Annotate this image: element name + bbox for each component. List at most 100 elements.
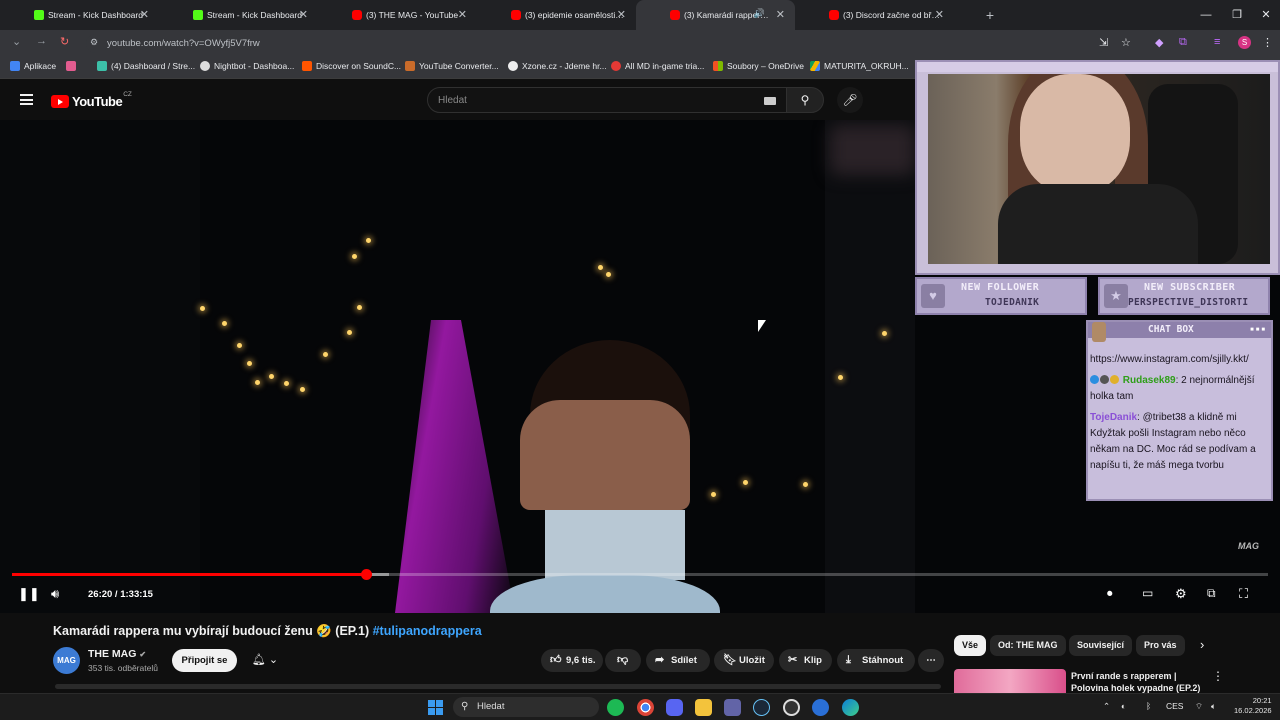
tab-the-mag[interactable]: (3) THE MAG - YouTube ✕	[318, 0, 477, 30]
recommended-video-thumbnail[interactable]	[954, 669, 1066, 693]
tab-close-icon[interactable]: ✕	[140, 8, 149, 21]
system-clock[interactable]: 20:21 16.02.2026	[1234, 696, 1272, 716]
person-back	[520, 400, 690, 510]
chip-for-you[interactable]: Pro vás	[1136, 635, 1185, 656]
file-explorer-icon[interactable]	[695, 699, 712, 716]
progress-bar[interactable]	[12, 569, 1268, 580]
new-tab-button[interactable]: +	[975, 0, 1005, 30]
bookmark-nightbot[interactable]: Nightbot - Dashboa...	[200, 61, 294, 71]
save-button[interactable]: 🔖︎ Uložit	[714, 649, 774, 672]
bookmark-grid[interactable]	[66, 61, 80, 71]
bookmark-star-icon[interactable]: ☆	[1121, 36, 1131, 49]
clip-button[interactable]: ✂ Klip	[779, 649, 832, 672]
menu-kebab-icon[interactable]: ⋮	[1262, 36, 1273, 49]
bookmark-maturita[interactable]: MATURITA_OKRUH...	[810, 61, 909, 71]
bookmark-dashboard[interactable]: (4) Dashboard / Stre...	[97, 61, 195, 71]
puzzle-extensions-icon[interactable]: ⧉	[1179, 36, 1187, 49]
notifications-button[interactable]: 🔔︎ ⌄	[243, 649, 287, 672]
tab-kick-dashboard-1[interactable]: Stream - Kick Dashboard ✕	[0, 0, 159, 30]
string-light	[347, 330, 352, 335]
bookmark-onedrive[interactable]: Soubory – OneDrive	[713, 61, 804, 71]
chrome-icon[interactable]	[637, 699, 654, 716]
string-light	[237, 343, 242, 348]
miniplayer-icon[interactable]: ⧉	[1207, 586, 1216, 601]
join-button[interactable]: Připojit se	[172, 649, 237, 672]
bookmark-all-md[interactable]: All MD in-game tria...	[611, 61, 704, 71]
badge-icon	[1100, 375, 1109, 384]
media-control-icon[interactable]: ≡	[1214, 36, 1220, 48]
channel-name[interactable]: THE MAG ✔	[88, 648, 146, 660]
discord-icon[interactable]	[666, 699, 683, 716]
chip-from-channel[interactable]: Od: THE MAG	[990, 635, 1066, 656]
spotify-icon[interactable]	[607, 699, 624, 716]
install-app-icon[interactable]: ⇲	[1099, 36, 1108, 49]
autoplay-toggle-icon[interactable]: ⏺	[1107, 588, 1113, 601]
voice-search-button[interactable]: 🎤︎	[837, 87, 863, 113]
channel-avatar[interactable]: MAG	[53, 647, 80, 674]
keyboard-icon[interactable]	[764, 97, 776, 105]
settings-gear-icon[interactable]: ⚙	[1175, 586, 1187, 602]
download-button[interactable]: ⤓ Stáhnout	[837, 649, 915, 672]
obs-icon[interactable]	[783, 699, 800, 716]
purple-curtain	[395, 320, 515, 613]
restore-icon[interactable]: ❐	[1221, 0, 1253, 30]
edge-icon[interactable]	[842, 699, 859, 716]
taskbar-search[interactable]: ⚲ Hledat	[453, 697, 599, 717]
video-hashtag[interactable]: #tulipanodrappera	[373, 624, 482, 638]
language-indicator[interactable]: CES	[1166, 701, 1183, 711]
window-close-icon[interactable]: ✕	[1250, 0, 1280, 30]
tab-kick-dashboard-2[interactable]: Stream - Kick Dashboard ✕	[159, 0, 318, 30]
teams-icon[interactable]	[724, 699, 741, 716]
network-app-icon[interactable]: ◐	[1121, 701, 1126, 711]
tab-close-icon[interactable]: ✕	[935, 8, 944, 21]
forward-icon[interactable]: →	[36, 35, 47, 47]
tab-epidemie[interactable]: (3) epidemie osamělosti: proč s ✕	[477, 0, 636, 30]
site-info-icon[interactable]: ⚙	[90, 37, 98, 48]
tab-discord[interactable]: (3) Discord začne od března ov ✕	[795, 0, 954, 30]
hamburger-menu-icon[interactable]	[20, 94, 33, 105]
windows-start-icon[interactable]	[428, 700, 443, 715]
badge-icon	[1110, 375, 1119, 384]
bluetooth-icon[interactable]: ᛒ	[1146, 701, 1151, 711]
speaker-icon[interactable]: 🔊	[754, 8, 765, 19]
tab-close-icon[interactable]: ✕	[458, 8, 467, 21]
dislike-button[interactable]: 👎︎	[605, 649, 641, 672]
search-button[interactable]: ⚲	[786, 87, 824, 113]
like-button[interactable]: 👍︎ 9,6 tis.	[541, 649, 603, 672]
url-field[interactable]: ⚙ youtube.com/watch?v=OWyfj5V7frw	[86, 34, 1106, 53]
pause-icon[interactable]: ❚❚	[18, 586, 40, 602]
bookmark-soundcloud[interactable]: Discover on SoundC...	[302, 61, 401, 71]
more-actions-button[interactable]: ⋯	[918, 649, 944, 672]
video-frame-right	[825, 120, 915, 613]
volume-icon[interactable]: 🔊︎	[51, 586, 59, 602]
bookmark-youtube-converter[interactable]: YouTube Converter...	[405, 61, 499, 71]
reload-icon[interactable]: ↻	[60, 35, 69, 48]
tab-close-icon[interactable]: ✕	[617, 8, 626, 21]
fullscreen-icon[interactable]: ⛶	[1239, 586, 1248, 602]
tab-kamaradi-rappera[interactable]: (3) Kamarádi rappera mu vy 🔊 ✕	[636, 0, 795, 30]
chip-all[interactable]: Vše	[954, 635, 987, 656]
extension-icon[interactable]: ◆	[1155, 36, 1163, 49]
minimize-icon[interactable]: —	[1190, 0, 1222, 30]
search-input[interactable]: Hledat	[427, 87, 787, 113]
chevron-right-icon[interactable]: ›	[1200, 637, 1204, 652]
profile-avatar[interactable]: S	[1238, 36, 1251, 49]
steam-icon[interactable]	[753, 699, 770, 716]
horizontal-scrollbar[interactable]	[55, 684, 941, 689]
youtube-logo[interactable]: YouTube CZ	[51, 91, 132, 109]
ccleaner-icon[interactable]	[812, 699, 829, 716]
subtitles-icon[interactable]: ▭	[1142, 586, 1153, 600]
more-vertical-icon[interactable]: ⋮	[1212, 669, 1224, 683]
chip-related[interactable]: Související	[1069, 635, 1133, 656]
recommended-video-title[interactable]: První rande s rapperem | Polovina holek …	[1071, 670, 1211, 694]
string-light	[882, 331, 887, 336]
bookmark-xzone[interactable]: Xzone.cz - Jdeme hr...	[508, 61, 607, 71]
chevron-up-icon[interactable]: ⌃	[1103, 701, 1110, 712]
tab-close-icon[interactable]: ✕	[776, 8, 785, 21]
video-details: Kamarádi rappera mu vybírají budoucí žen…	[0, 613, 1280, 693]
share-button[interactable]: ➦ Sdílet	[646, 649, 710, 672]
tab-close-icon[interactable]: ✕	[299, 8, 308, 21]
speaker-icon[interactable]: 🔈︎	[1211, 701, 1216, 712]
wifi-icon[interactable]: ⌔	[1195, 701, 1203, 712]
bookmark-apps[interactable]: Aplikace	[10, 61, 56, 71]
